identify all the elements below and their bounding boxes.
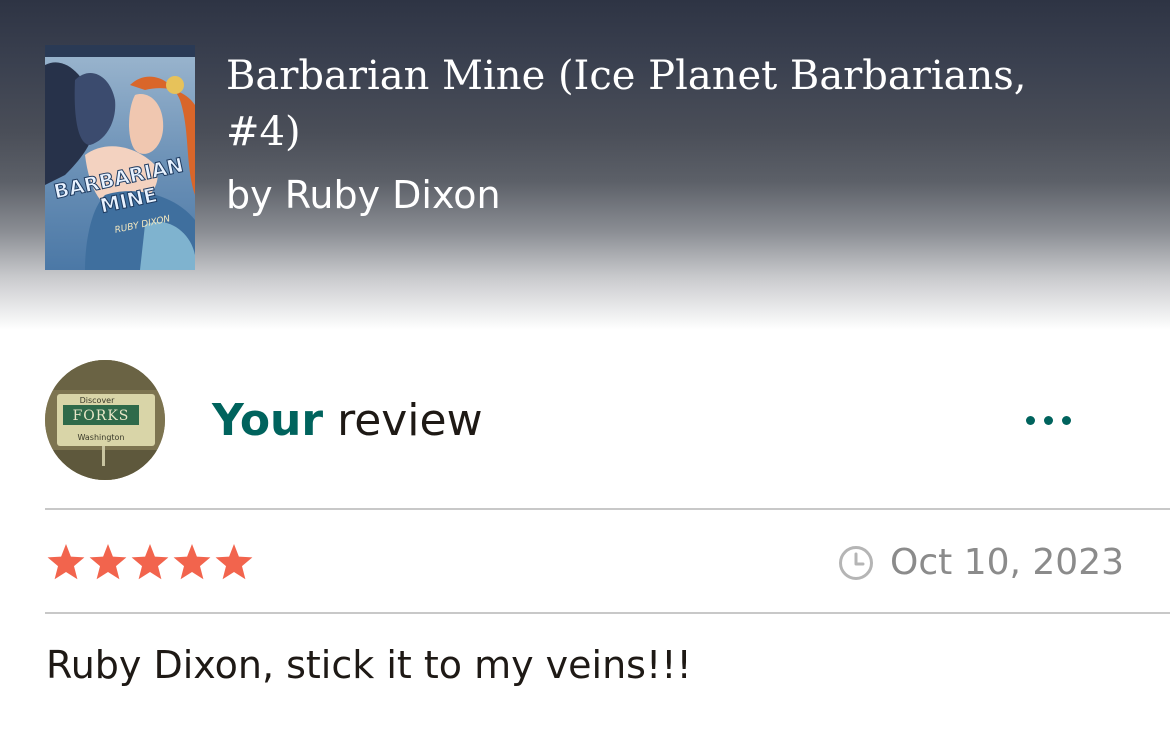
star-rating[interactable] xyxy=(45,540,255,586)
review-heading-owner: Your xyxy=(212,395,324,446)
book-cover-art: BARBARIAN MINE RUBY DIXON xyxy=(45,45,195,270)
star-icon[interactable] xyxy=(171,540,213,586)
star-icon[interactable] xyxy=(213,540,255,586)
star-icon[interactable] xyxy=(45,540,87,586)
divider xyxy=(45,612,1170,614)
clock-icon xyxy=(839,546,873,580)
book-author[interactable]: by Ruby Dixon xyxy=(226,172,501,218)
divider xyxy=(45,508,1170,510)
svg-text:Washington: Washington xyxy=(77,433,124,442)
review-date-group: Oct 10, 2023 xyxy=(838,540,1124,586)
avatar[interactable]: Discover FORKS Washington xyxy=(45,360,165,480)
book-cover-image[interactable]: BARBARIAN MINE RUBY DIXON xyxy=(45,45,195,270)
star-icon[interactable] xyxy=(129,540,171,586)
more-options-button[interactable] xyxy=(1012,400,1084,440)
more-horizontal-icon xyxy=(1025,415,1035,425)
svg-text:FORKS: FORKS xyxy=(73,408,130,424)
review-date: Oct 10, 2023 xyxy=(890,542,1124,583)
review-page: BARBARIAN MINE RUBY DIXON Barbarian Mine… xyxy=(0,0,1170,748)
review-heading: Your review xyxy=(212,393,483,449)
star-icon[interactable] xyxy=(87,540,129,586)
review-text: Ruby Dixon, stick it to my veins!!! xyxy=(46,643,692,687)
review-heading-label: review xyxy=(323,395,483,446)
book-header: BARBARIAN MINE RUBY DIXON Barbarian Mine… xyxy=(0,0,1170,330)
svg-text:Discover: Discover xyxy=(80,396,116,405)
avatar-image: Discover FORKS Washington xyxy=(45,360,165,480)
book-title[interactable]: Barbarian Mine (Ice Planet Barbarians, #… xyxy=(226,48,1106,160)
